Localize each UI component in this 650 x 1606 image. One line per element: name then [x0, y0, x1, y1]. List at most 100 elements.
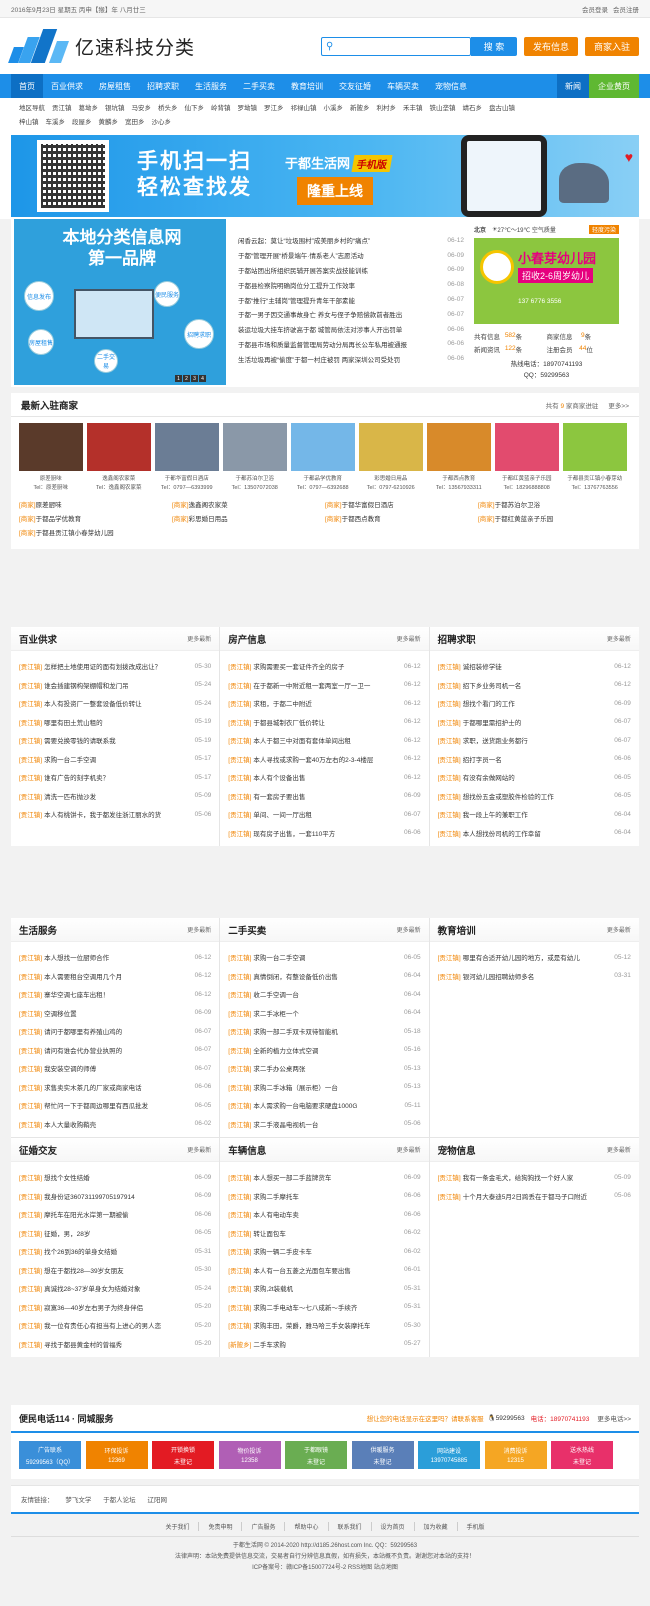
footer-link[interactable]: 联系我们 — [329, 1522, 372, 1531]
area-link[interactable]: 禾丰镇 — [403, 102, 423, 112]
merchant-list-item[interactable]: [商家]于都西点教育 — [325, 513, 478, 527]
news-title[interactable]: 生活垃圾再被“偷度”于都一村庄被罚 两家深圳公司受处罚 — [238, 354, 438, 364]
merchant-card[interactable]: 于都县贡江镇小春芽幼 Tel：13767763556 — [563, 423, 627, 491]
merchant-list-name[interactable]: 彩思婚日用品 — [189, 516, 228, 523]
nav-item[interactable]: 房屋租售 — [91, 74, 139, 98]
list-item[interactable]: [贡江镇] 求购需要买一套证件齐全的房子 06-12 — [228, 657, 420, 676]
category-title[interactable]: 房产信息 — [228, 632, 266, 646]
phone-tile[interactable]: 于都眼镜 未登记 — [285, 1441, 347, 1469]
item-title[interactable]: 十个月大泰迪5月2日跨丢在于都马子口附近 — [463, 1191, 612, 1201]
item-title[interactable]: 谁有广告的刻字机卖？ — [44, 772, 192, 782]
merchant-list-name[interactable]: 于都红黄蓝亲子乐园 — [495, 516, 554, 523]
category-more-link[interactable]: 更多最新 — [187, 925, 211, 934]
merchant-list-item[interactable]: [商家]原差厨味 — [19, 499, 172, 513]
category-title[interactable]: 车辆信息 — [228, 1143, 266, 1157]
list-item[interactable]: [贡江镇] 求购二手电动车～七八成新～手续齐 05-31 — [228, 1298, 420, 1317]
item-title[interactable]: 帮忙问一下于都周边哪里有西瓜批发 — [44, 1100, 192, 1110]
list-item[interactable]: [贡江镇] 本人需要租台空调用几个月 06-12 — [19, 967, 211, 986]
item-title[interactable]: 本人需求购一台电脑要求硬盘1000G — [253, 1100, 401, 1110]
nav-item[interactable]: 宠物信息 — [427, 74, 475, 98]
list-item[interactable]: [贡江镇] 我一位有责任心有担当有上进心的男人恋 05-20 — [19, 1316, 211, 1335]
list-item[interactable]: [贡江镇] 摩托车在阳光水岸第一期被偷 06-06 — [19, 1205, 211, 1224]
item-title[interactable]: 有一套房子要出售 — [253, 791, 401, 801]
item-title[interactable]: 转让面包车 — [253, 1228, 401, 1238]
merchant-card[interactable]: 于都红黄蓝亲子乐园 Tel：18296888808 — [495, 423, 559, 491]
list-item[interactable]: [贡江镇] 求购一辆二手皮卡车 06-02 — [228, 1242, 420, 1261]
item-title[interactable]: 银河幼儿园招聘幼师多名 — [463, 971, 612, 981]
list-item[interactable]: [贡江镇] 求职，送货跑业务都行 06-07 — [438, 731, 631, 750]
category-title[interactable]: 生活服务 — [19, 923, 57, 937]
news-title[interactable]: 闲香云起：莫让“垃圾围村”成美丽乡村的“痛点” — [238, 235, 438, 245]
item-title[interactable]: 本人有投资厂一整套设备低价转让 — [44, 698, 192, 708]
list-item[interactable]: [贡江镇] 求购一部二手双卡双待智能机 05-18 — [228, 1022, 420, 1041]
item-title[interactable]: 本人大量收购鞘壳 — [44, 1119, 192, 1129]
register-link[interactable]: 会员注册 — [613, 7, 639, 14]
nav-item[interactable]: 招聘求职 — [139, 74, 187, 98]
list-item[interactable]: [贡江镇] 哪里有合适开幼儿园的地方，或是有幼儿 05-12 — [438, 948, 631, 967]
list-item[interactable]: [贡江镇] 求售卖实木茶几的厂家或商家电话 06-06 — [19, 1078, 211, 1097]
news-title[interactable]: 于都县检察院明确岗位分工提升工作效率 — [238, 280, 438, 290]
item-title[interactable]: 于都县城制衣厂低价转让 — [253, 717, 401, 727]
search-button[interactable]: 搜 索 — [471, 36, 517, 56]
area-link[interactable]: 新陂乡 — [350, 102, 370, 112]
list-item[interactable]: [贡江镇] 求购二手摩托车 06-06 — [228, 1187, 420, 1206]
phone-tile[interactable]: 供暖服务 未登记 — [351, 1441, 414, 1469]
list-item[interactable]: [贡江镇] 求购二手冰箱（展示柜）一台 05-13 — [228, 1078, 420, 1097]
area-link[interactable]: 贡江镇 — [52, 102, 72, 112]
merchant-card[interactable]: 逸鑫阁农家菜 Tel：逸鑫阁农家菜 — [87, 423, 151, 491]
category-title[interactable]: 宠物信息 — [438, 1143, 476, 1157]
list-item[interactable]: [贡江镇] 本人想买一部二手蓝牌货车 06-09 — [228, 1168, 420, 1187]
item-title[interactable]: 单间、一间一厅出租 — [253, 809, 401, 819]
list-item[interactable]: [贡江镇] 我有一条金毛犬，给狗狗找一个好人家 05-09 — [438, 1168, 631, 1187]
item-title[interactable]: 清洗一匹布抛沙发 — [44, 791, 192, 801]
list-item[interactable]: [贡江镇] 本人寻找或求购一套40万左右的2-3-4楼层 06-12 — [228, 750, 420, 769]
ad-ask-link[interactable]: 想让您的电话显示在这里吗？请联系客服 — [367, 1413, 484, 1423]
list-item[interactable]: [贡江镇] 需要兑换零钱的请联系我 05-19 — [19, 731, 211, 750]
area-link[interactable]: 罗江乡 — [264, 102, 284, 112]
slide-page[interactable]: 1 — [175, 375, 182, 382]
merchant-list-name[interactable]: 于都县贡江镇小春芽幼儿园 — [36, 530, 114, 537]
merchant-card[interactable]: 于都西点教育 Tel：13567933311 — [427, 423, 491, 491]
list-item[interactable]: [贡江镇] 想找份五金或塑胶件检验的工作 06-05 — [438, 787, 631, 806]
list-item[interactable]: [贡江镇] 谁会插建钢构架棚帽和龙门吊 05-24 — [19, 676, 211, 695]
area-link[interactable]: 车溪乡 — [46, 116, 66, 126]
list-item[interactable]: [贡江镇] 清洗一匹布抛沙发 05-09 — [19, 787, 211, 806]
list-item[interactable]: [贡江镇] 转让面包车 06-02 — [228, 1224, 420, 1243]
list-item[interactable]: [贡江镇] 求租，于都二中附近 06-12 — [228, 694, 420, 713]
list-item[interactable]: [贡江镇] 本人有投资厂一整套设备低价转让 05-24 — [19, 694, 211, 713]
list-item[interactable]: [贡江镇] 哪里有田土荒山租的 05-19 — [19, 713, 211, 732]
list-item[interactable]: [贡江镇] 谁有广告的刻字机卖？ 05-17 — [19, 768, 211, 787]
item-title[interactable]: 本人想找份司机的工作幸留 — [463, 828, 612, 838]
area-link[interactable]: 小溪乡 — [324, 102, 344, 112]
list-item[interactable]: [贡江镇] 本人大量收购鞘壳 06-02 — [19, 1115, 211, 1134]
item-title[interactable]: 怎样把土地使用证的面有划拨改成出让？ — [44, 661, 192, 671]
list-item[interactable]: [贡江镇] 想找个看门的工作 06-09 — [438, 694, 631, 713]
list-item[interactable]: [新陂乡] 二手车求购 05-27 — [228, 1335, 420, 1354]
item-title[interactable]: 真情倒闭，有整设备低价出售 — [253, 971, 401, 981]
list-item[interactable]: [贡江镇] 求购丰田，荣爵，雅马哈三手女装摩托车 05-30 — [228, 1316, 420, 1335]
list-item[interactable]: [贡江镇] 于都县城制衣厂低价转让 06-12 — [228, 713, 420, 732]
category-more-link[interactable]: 更多最新 — [607, 634, 631, 643]
list-item[interactable]: [贡江镇] 想找个女性结婚 06-09 — [19, 1168, 211, 1187]
item-title[interactable]: 摩托车在阳光水岸第一期被偷 — [44, 1209, 192, 1219]
news-item[interactable]: 于都“推行“主辅岗”管理提升青年干部素能 06-07 — [238, 292, 464, 307]
item-title[interactable]: 本人于都三中对面有套体单间出租 — [253, 735, 401, 745]
area-link[interactable]: 祁禄山镇 — [291, 102, 317, 112]
news-title[interactable]: 于都县市场和质量监督管理局劳动分局再长公车私用被通报 — [238, 339, 438, 349]
list-item[interactable]: [贡江镇] 单间、一间一厅出租 06-07 — [228, 805, 420, 824]
category-more-link[interactable]: 更多最新 — [187, 1145, 211, 1154]
list-item[interactable]: [贡江镇] 收二手空调一台 06-04 — [228, 985, 420, 1004]
footer-link[interactable]: 设为首页 — [372, 1522, 415, 1531]
mobile-banner[interactable]: 手机扫一扫 轻松查找发 于都生活网 手机版 隆重上线 ♥ — [11, 135, 639, 217]
post-info-button[interactable]: 发布信息 — [524, 36, 578, 56]
phone-tile[interactable]: 物价投诉 12358 — [218, 1441, 281, 1469]
category-more-link[interactable]: 更多最新 — [397, 1145, 421, 1154]
merchant-list-name[interactable]: 于都西点教育 — [342, 516, 381, 523]
merchant-list-name[interactable]: 于都苏泊尔卫浴 — [495, 502, 541, 509]
list-item[interactable]: [贡江镇] 在于都新一中附近租一套两室一厅一卫一 06-12 — [228, 676, 420, 695]
more-link[interactable]: 更多>> — [608, 400, 629, 410]
area-link[interactable]: 葛坳乡 — [79, 102, 99, 112]
search-input[interactable]: ⚲ — [321, 36, 471, 56]
list-item[interactable]: [贡江镇] 我安装空调的师傅 06-07 — [19, 1059, 211, 1078]
friend-link[interactable]: 于都人论坛 — [103, 1497, 136, 1504]
